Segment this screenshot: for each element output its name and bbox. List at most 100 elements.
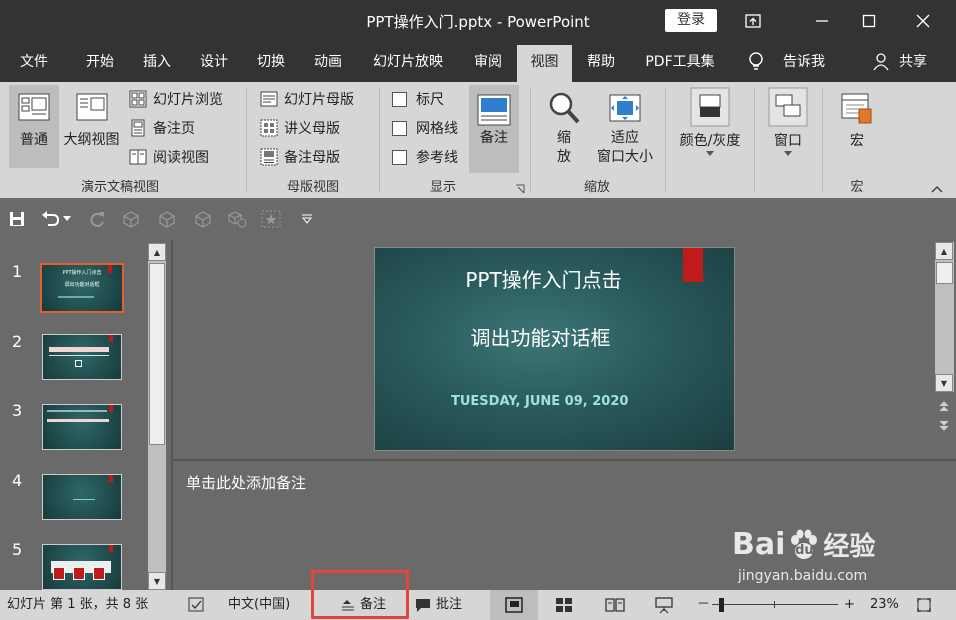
status-bar: 幻灯片 第 1 张，共 8 张 中文(中国) 备注 批注 － + 23% (0, 590, 956, 620)
tab-slideshow[interactable]: 幻灯片放映 (362, 42, 454, 82)
slide-counter[interactable]: 幻灯片 第 1 张，共 8 张 (7, 590, 148, 620)
projector-icon (655, 597, 673, 614)
ribbon-tabs: 文件 开始 插入 设计 切换 动画 幻灯片放映 审阅 视图 帮助 PDF工具集 … (0, 42, 956, 82)
notes-placeholder[interactable]: 单击此处添加备注 (186, 472, 306, 493)
scrollbar-thumb[interactable] (149, 263, 165, 445)
slide-sorter-icon (129, 90, 147, 108)
ruler-checkbox[interactable]: 标尺 (392, 87, 444, 111)
scroll-down-icon[interactable]: ▼ (148, 572, 166, 590)
3d-model-icon[interactable] (120, 208, 142, 230)
color-grayscale-button[interactable]: 颜色/灰度 (676, 85, 744, 171)
slide-sorter-status-button[interactable] (552, 590, 576, 620)
zoom-level[interactable]: 23% (870, 590, 899, 620)
slide-sorter-button[interactable]: 幻灯片浏览 (129, 87, 223, 111)
slide-title-line1[interactable]: PPT操作入门点击 (375, 264, 734, 293)
minimize-icon[interactable] (799, 0, 845, 42)
normal-view-status-icon (505, 597, 523, 613)
share-button[interactable]: 共享 (894, 42, 932, 82)
show-dialog-launcher-icon[interactable] (515, 182, 525, 198)
tab-pdf-tools[interactable]: PDF工具集 (636, 42, 724, 82)
reading-view-button[interactable]: 阅读视图 (129, 145, 209, 169)
accessibility-check-icon[interactable] (188, 590, 206, 620)
slide-thumbnail-1[interactable]: PPT操作入门点击 调出功能对话框 (40, 263, 124, 313)
star-frame-icon[interactable] (260, 208, 282, 230)
outline-view-button[interactable]: 大纲视图 (60, 85, 123, 168)
3d-model-icon[interactable] (192, 208, 214, 230)
slide-master-button[interactable]: 幻灯片母版 (260, 87, 354, 111)
tab-insert[interactable]: 插入 (131, 42, 183, 82)
scrollbar-thumb[interactable] (936, 262, 953, 284)
maximize-icon[interactable] (846, 0, 892, 42)
zoom-slider-track[interactable] (712, 604, 838, 605)
save-icon[interactable] (6, 208, 28, 230)
customize-toolbar-icon[interactable] (296, 208, 318, 230)
tab-file[interactable]: 文件 (8, 42, 60, 82)
notes-page-button[interactable]: 备注页 (129, 116, 195, 140)
tab-view[interactable]: 视图 (517, 45, 572, 82)
status-comments-button[interactable]: 批注 (414, 590, 462, 620)
guides-checkbox-box (392, 149, 407, 165)
handout-master-button[interactable]: 讲义母版 (260, 116, 340, 140)
tab-home[interactable]: 开始 (74, 42, 126, 82)
reading-view-status-button[interactable] (603, 590, 627, 620)
tell-me-search[interactable]: 告诉我 (774, 42, 834, 82)
undo-icon[interactable] (40, 208, 62, 230)
thumbnail-title-bar (47, 419, 109, 422)
watermark-brand-a: Bai (732, 527, 786, 562)
slide-scrollbar[interactable]: ▲ ▼ (935, 242, 954, 392)
guides-checkbox[interactable]: 参考线 (392, 145, 458, 169)
slide-thumbnail-3[interactable] (42, 404, 122, 450)
tab-review[interactable]: 审阅 (462, 42, 514, 82)
collapse-ribbon-icon[interactable] (930, 182, 944, 198)
ribbon-display-options-icon[interactable] (730, 0, 776, 42)
next-slide-icon[interactable] (938, 418, 950, 437)
normal-view-button[interactable]: 普通 (9, 85, 59, 168)
handout-master-label: 讲义母版 (284, 121, 340, 137)
tab-design[interactable]: 设计 (188, 42, 240, 82)
user-icon[interactable] (872, 42, 892, 82)
thumbnails-scrollbar[interactable]: ▲ ▼ (148, 243, 166, 590)
scroll-up-icon[interactable]: ▲ (935, 242, 953, 260)
scroll-up-icon[interactable]: ▲ (148, 243, 166, 261)
fit-to-window-button[interactable]: 适应 窗口大小 (590, 86, 660, 172)
window-button[interactable]: 窗口 (764, 85, 812, 171)
redo-icon[interactable] (86, 208, 108, 230)
close-icon[interactable] (900, 0, 946, 42)
watermark-brand-c: 经验 (823, 532, 876, 562)
slide-thumbnail-5[interactable] (42, 544, 122, 590)
fit-slide-icon[interactable] (916, 590, 932, 620)
zoom-in-button[interactable]: + (844, 590, 855, 620)
undo-dropdown-icon[interactable] (60, 208, 74, 230)
slide-date[interactable]: TUESDAY, JUNE 09, 2020 (451, 394, 628, 409)
thumbnail-subtitle: 调出功能对话框 (64, 282, 100, 288)
login-button[interactable]: 登录 (665, 9, 717, 32)
3d-model-online-icon[interactable] (226, 208, 248, 230)
normal-view-status-button[interactable] (490, 590, 538, 620)
slideshow-status-button[interactable] (652, 590, 676, 620)
notes-toggle-button[interactable]: 备注 (469, 85, 519, 173)
tab-help[interactable]: 帮助 (575, 42, 627, 82)
slide-title-line2[interactable]: 调出功能对话框 (375, 322, 734, 351)
gridlines-checkbox[interactable]: 网格线 (392, 116, 458, 140)
current-slide[interactable]: PPT操作入门点击 调出功能对话框 TUESDAY, JUNE 09, 2020 (374, 247, 735, 451)
lightbulb-icon[interactable] (744, 42, 768, 82)
previous-slide-icon[interactable] (938, 398, 950, 417)
zoom-button[interactable]: 缩 放 (543, 86, 585, 172)
scroll-down-icon[interactable]: ▼ (935, 374, 953, 392)
language-indicator[interactable]: 中文(中国) (228, 590, 290, 620)
tab-transitions[interactable]: 切换 (245, 42, 297, 82)
paw-icon: du (787, 528, 821, 562)
slide-thumbnail-2[interactable] (42, 334, 122, 380)
watermark-url: jingyan.baidu.com (738, 568, 868, 584)
3d-model-icon[interactable] (156, 208, 178, 230)
thumbnail-bookmark (109, 335, 113, 342)
zoom-out-button[interactable]: － (697, 590, 710, 620)
zoom-label-line1: 缩 (557, 130, 571, 146)
slide-thumbnail-4[interactable] (42, 474, 122, 520)
zoom-slider-thumb[interactable] (719, 598, 725, 612)
zoom-label-line2: 放 (557, 149, 571, 165)
macros-button[interactable]: 宏 (836, 85, 878, 171)
notes-master-icon (260, 148, 278, 166)
tab-animations[interactable]: 动画 (302, 42, 354, 82)
notes-master-button[interactable]: 备注母版 (260, 145, 340, 169)
